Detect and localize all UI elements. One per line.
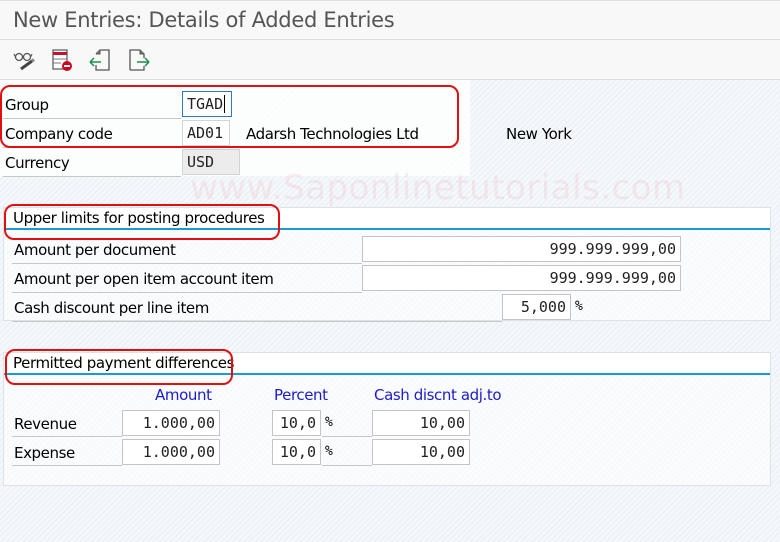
percent-unit: % [575,299,583,314]
currency-label: Currency [5,154,70,172]
previous-entry-icon[interactable] [88,48,112,72]
company-city: New York [506,125,572,143]
revenue-label: Revenue [14,415,77,433]
amount-per-open-item-label: Amount per open item account item [14,270,274,288]
divider [12,321,502,322]
delete-icon[interactable] [50,48,74,72]
percent-unit: % [325,444,333,459]
divider [322,436,372,437]
cash-discount-field[interactable]: 5,000 [502,294,571,320]
revenue-cash-discount-field[interactable]: 10,00 [372,410,470,436]
highlight-box-header [0,85,459,148]
amount-per-document-label: Amount per document [14,241,176,259]
revenue-percent-field[interactable]: 10,0 [272,410,321,436]
cash-discount-label: Cash discount per line item [14,299,209,317]
highlight-box-upper-limits [4,204,280,240]
divider [12,263,362,264]
column-header-amount: Amount [155,386,212,404]
expense-percent-field[interactable]: 10,0 [272,439,321,465]
toolbar [0,40,780,80]
divider [12,292,362,293]
next-entry-icon[interactable] [127,48,151,72]
column-header-percent: Percent [274,386,328,404]
expense-amount-field[interactable]: 1.000,00 [122,439,220,465]
divider [3,176,181,177]
title-bar: New Entries: Details of Added Entries [0,0,780,40]
amount-per-document-field[interactable]: 999.999.999,00 [362,236,681,262]
column-header-cash-discount: Cash discnt adj.to [374,386,502,404]
divider [12,465,122,466]
divider [322,465,372,466]
revenue-amount-field[interactable]: 1.000,00 [122,410,220,436]
percent-unit: % [325,415,333,430]
watermark: www.Saponlinetutorials.com [190,168,686,208]
highlight-box-payment-differences [5,349,233,385]
display-change-icon[interactable] [12,48,36,72]
expense-label: Expense [14,444,75,462]
expense-cash-discount-field[interactable]: 10,00 [372,439,470,465]
amount-per-open-item-field[interactable]: 999.999.999,00 [362,265,681,291]
divider [12,436,122,437]
page-title: New Entries: Details of Added Entries [13,8,395,32]
main-content: Group TGAD Company code AD01 Adarsh Tech… [0,80,780,542]
